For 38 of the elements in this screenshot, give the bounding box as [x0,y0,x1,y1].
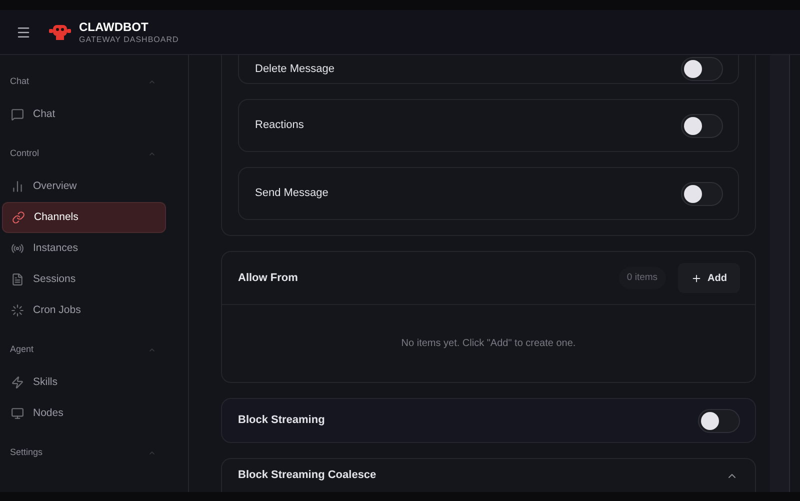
toggle-switch[interactable] [681,182,723,206]
section-title: Allow From [238,270,298,286]
link-icon [12,211,25,224]
toggle-switch[interactable] [681,57,723,81]
lightning-icon [11,376,24,389]
sidebar-item[interactable]: Cron Jobs [2,295,166,326]
empty-state-text: No items yet. Click "Add" to create one. [401,337,576,351]
sidebar-item[interactable]: Channels [2,202,166,233]
sidebar-item[interactable]: Nodes [2,398,166,429]
sidebar-item[interactable]: Skills [2,367,166,398]
toggle-switch[interactable] [681,114,723,138]
robot-logo-icon [49,23,71,41]
sidebar-section-label: Settings [10,446,43,460]
app-title: CLAWDBOT [79,20,150,34]
app-subtitle: GATEWAY DASHBOARD [79,34,179,44]
menu-icon[interactable] [16,24,31,40]
broadcast-icon [11,242,24,255]
add-button[interactable]: Add [678,263,740,293]
sidebar-item[interactable]: Instances [2,233,166,264]
setting-label: Delete Message [255,62,334,77]
setting-label: Reactions [255,118,304,134]
document-icon [11,273,24,286]
item-count: 0 items [618,266,666,290]
bar-chart-icon [11,180,24,193]
loader-icon [11,304,24,317]
sidebar-section-label: Chat [10,75,30,88]
sidebar-section-label: Agent [10,343,34,356]
sidebar-section-label: Control [10,147,40,160]
sidebar-item[interactable]: Overview [2,171,166,202]
toggle-switch[interactable] [698,408,740,433]
sidebar-item[interactable]: Sessions [2,264,166,295]
plus-icon [690,272,702,284]
sidebar-item[interactable]: Chat [2,99,166,130]
chat-bubble-icon [11,108,24,121]
section-title: Block Streaming Coalesce [238,468,376,484]
monitor-icon [11,407,24,420]
setting-label: Send Message [255,186,328,202]
setting-label: Block Streaming [238,413,325,428]
